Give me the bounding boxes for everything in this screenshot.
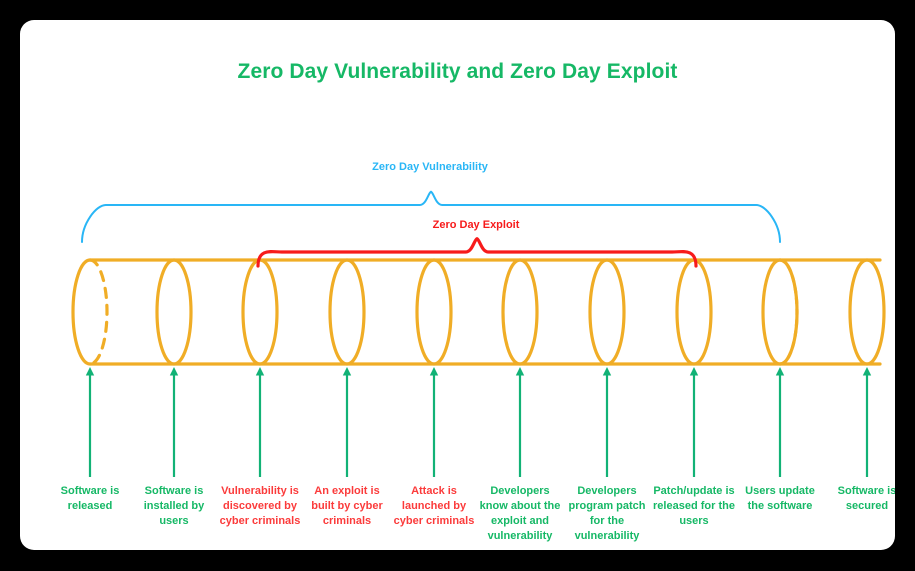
cylinder-ring-3 (241, 258, 279, 366)
step-arrow-4 (342, 367, 352, 477)
step-label-4: An exploit is built by cyber criminals (311, 485, 383, 527)
cylinder-ring-2 (155, 258, 193, 366)
step-label-5: Attack is launched by cyber criminals (393, 485, 475, 527)
arrow-head (515, 367, 525, 376)
step-arrow-7 (602, 367, 612, 477)
step-arrow-8 (689, 367, 699, 477)
zero-day-vulnerability-brace (81, 190, 781, 243)
step-label-8: Patch/update is released for the users (653, 485, 735, 527)
ring-ellipse (848, 258, 886, 366)
step-arrow-6 (515, 367, 525, 477)
cylinder-left-cap-back (88, 258, 109, 366)
zero-day-exploit-label: Zero Day Exploit (432, 219, 520, 231)
arrow-head (689, 367, 699, 376)
cylinder-ring-7 (588, 258, 626, 366)
step-label-10: Software is secured (837, 485, 895, 512)
diagram-stage: Zero Day Vulnerability Zero Day Exploit So… (20, 20, 895, 550)
arrow-head (862, 367, 872, 376)
arrow-head (255, 367, 265, 376)
arrow-head (429, 367, 439, 376)
step-label-7: Developers program patch for the vulnera… (568, 485, 646, 542)
step-label-3: Vulnerability is discovered by cyber cri… (219, 485, 301, 527)
step-arrow-2 (169, 367, 179, 477)
arrow-head (85, 367, 95, 376)
ring-ellipse (328, 258, 366, 366)
cylinder-left-cap-front (71, 258, 92, 366)
step-label-1: Software is released (60, 485, 120, 512)
arrow-head (342, 367, 352, 376)
cylinder-ring-6 (501, 258, 539, 366)
ring-ellipse (501, 258, 539, 366)
arrow-head (775, 367, 785, 376)
step-arrow-1 (85, 367, 95, 477)
ring-ellipse (241, 258, 279, 366)
zero-day-exploit-brace (256, 237, 698, 268)
ring-back-arc (778, 258, 799, 366)
step-label-6: Developers know about the exploit and vu… (479, 485, 561, 542)
ring-ellipse (588, 258, 626, 366)
cylinder-ring-5 (415, 258, 453, 366)
step-arrow-9 (775, 367, 785, 477)
step-label-2: Software is installed by users (143, 485, 205, 527)
screenshot-root: Zero Day Vulnerability and Zero Day Expl… (0, 0, 915, 571)
ring-ellipse (415, 258, 453, 366)
diagram-card: Zero Day Vulnerability and Zero Day Expl… (20, 20, 895, 550)
zero-day-vulnerability-label: Zero Day Vulnerability (372, 161, 488, 173)
step-label-9: Users update the software (745, 485, 815, 512)
cylinder-ring-10 (848, 258, 886, 366)
diagram-svg (71, 190, 886, 477)
cylinder-ring-4 (328, 258, 366, 366)
arrow-head (169, 367, 179, 376)
arrow-head (602, 367, 612, 376)
ring-ellipse (675, 258, 713, 366)
ring-ellipse (155, 258, 193, 366)
step-arrow-5 (429, 367, 439, 477)
cylinder-ring-8 (675, 258, 713, 366)
step-arrow-3 (255, 367, 265, 477)
step-arrow-10 (862, 367, 872, 477)
cylinder-ring-9 (761, 258, 799, 366)
